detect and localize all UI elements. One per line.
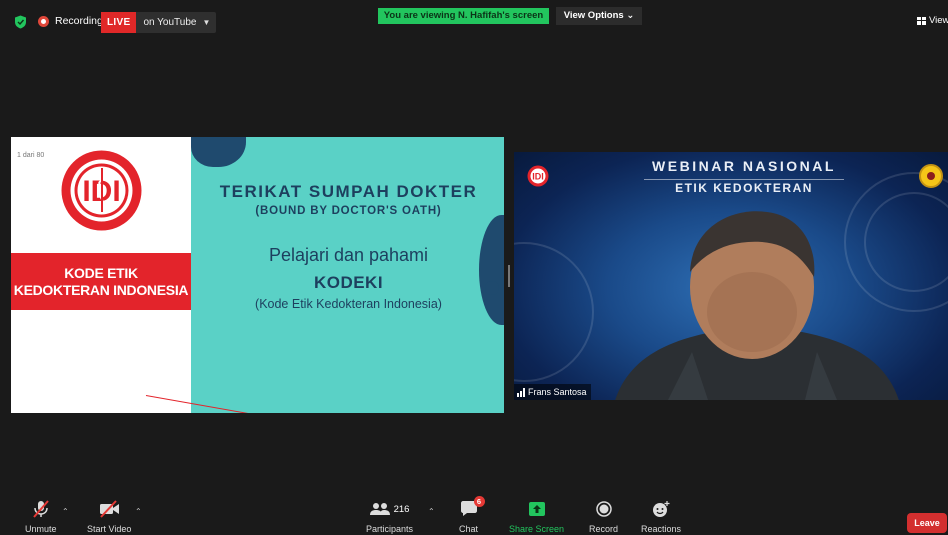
recording-label[interactable]: Recording <box>55 15 103 27</box>
live-platform: on YouTube <box>143 17 197 28</box>
decorative-dot <box>485 281 499 295</box>
chat-label: Chat <box>459 524 479 534</box>
reactions-label: Reactions <box>641 524 682 534</box>
idi-logo: IDI <box>61 150 142 231</box>
participants-count: 216 <box>393 503 410 515</box>
start-video-label: Start Video <box>87 524 132 534</box>
shared-screen-slide: 1 dari 80 IDI KODE ETIK KEDOKTERAN INDON… <box>11 137 504 413</box>
kode-etik-band: KODE ETIK KEDOKTERAN INDONESIA <box>11 253 191 310</box>
speaker-video <box>615 211 899 400</box>
svg-text:IDI: IDI <box>532 172 544 182</box>
start-video-button[interactable]: Start Video <box>87 498 131 534</box>
top-bar: Recording LIVE on YouTube ▼ You are view… <box>0 0 948 40</box>
webinar-subtitle: ETIK KEDOKTERAN <box>644 179 844 195</box>
participants-button[interactable]: 216 Participants <box>366 498 413 534</box>
recording-icon <box>38 16 49 27</box>
decorative-line <box>145 395 253 413</box>
webinar-title: WEBINAR NASIONAL <box>652 158 836 174</box>
chat-icon: 6 <box>460 496 485 520</box>
view-label: View <box>929 15 948 26</box>
chevron-down-icon: ⌄ <box>626 10 635 21</box>
participant-name: Frans Santosa <box>528 387 587 397</box>
meeting-toolbar: Unmute ⌃ Start Video ⌃ 216 Participants … <box>0 496 948 535</box>
record-icon <box>595 498 612 520</box>
signal-strength-icon <box>517 387 525 397</box>
live-badge: LIVE <box>101 12 137 33</box>
view-options-button[interactable]: View Options ⌄ <box>556 7 642 25</box>
chevron-up-icon[interactable]: ⌃ <box>62 507 69 516</box>
slide-left-panel: 1 dari 80 IDI KODE ETIK KEDOKTERAN INDON… <box>11 137 253 413</box>
grid-view-icon <box>917 16 926 25</box>
share-screen-label: Share Screen <box>509 524 565 534</box>
split-view-handle[interactable] <box>508 265 510 287</box>
participant-video-tile[interactable]: IDI WEBINAR NASIONAL ETIK KEDOKTERAN Fra… <box>514 152 948 400</box>
decorative-blob <box>191 137 246 167</box>
unmute-label: Unmute <box>25 524 57 534</box>
share-screen-button[interactable]: Share Screen <box>509 498 564 534</box>
participants-label: Participants <box>366 524 414 534</box>
record-label: Record <box>589 524 619 534</box>
university-logo <box>919 164 943 188</box>
reactions-button[interactable]: Reactions <box>641 498 681 534</box>
view-button[interactable]: View <box>917 15 948 26</box>
background-ring <box>514 242 594 382</box>
live-stream-indicator[interactable]: LIVE on YouTube ▼ <box>101 12 217 33</box>
slide-page-indicator: 1 dari 80 <box>17 152 45 159</box>
share-screen-icon <box>528 498 545 520</box>
slide-line-1: Pelajari dan pahami <box>268 245 429 265</box>
band-line-1: KODE ETIK <box>64 264 138 281</box>
slide-title: TERIKAT SUMPAH DOKTER <box>219 182 478 201</box>
participant-name-tag: Frans Santosa <box>514 384 591 400</box>
chevron-up-icon[interactable]: ⌃ <box>135 507 142 516</box>
chat-button[interactable]: 6 Chat <box>459 496 485 534</box>
participants-icon-group: 216 <box>369 498 410 520</box>
participants-icon <box>369 503 390 515</box>
slide-subtitle: (BOUND BY DOCTOR'S OATH) <box>255 205 442 217</box>
record-button[interactable]: Record <box>589 498 618 534</box>
slide-line-3: (Kode Etik Kedokteran Indonesia) <box>255 297 442 311</box>
view-options-label: View Options <box>563 10 624 21</box>
chevron-down-icon: ▼ <box>202 18 211 27</box>
idi-logo: IDI <box>527 165 549 187</box>
chat-unread-badge: 6 <box>473 496 485 507</box>
security-shield-icon[interactable] <box>14 15 27 29</box>
leave-button[interactable]: Leave <box>907 513 947 533</box>
unmute-button[interactable]: Unmute <box>25 498 57 534</box>
reactions-icon <box>652 498 670 520</box>
slide-line-2: KODEKI <box>313 273 384 292</box>
viewing-screen-banner: You are viewing N. Hafifah's screen <box>378 8 549 24</box>
mic-muted-icon <box>32 498 50 520</box>
video-off-icon <box>98 498 120 520</box>
band-line-2: KEDOKTERAN INDONESIA <box>13 281 189 298</box>
chevron-up-icon[interactable]: ⌃ <box>428 507 435 516</box>
